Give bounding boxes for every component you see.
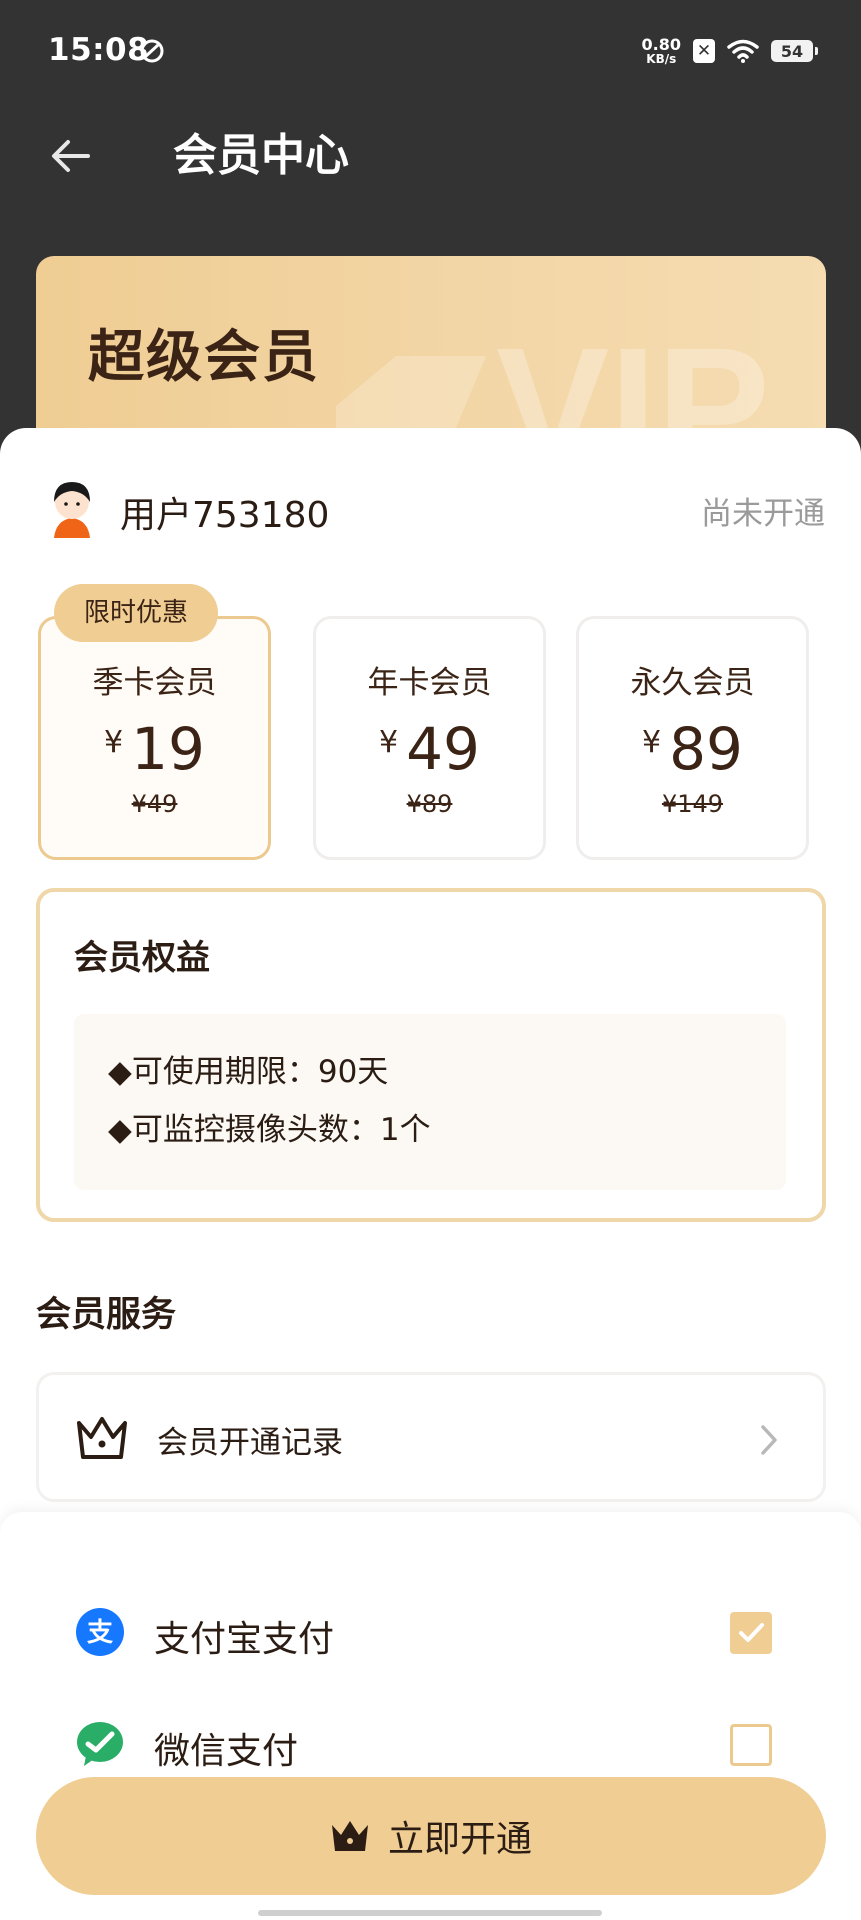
benefits-card: 会员权益 ◆可使用期限：90天 ◆可监控摄像头数：1个 [36, 888, 826, 1222]
alipay-icon: 支 [76, 1608, 124, 1656]
benefit-item: ◆可使用期限：90天 [108, 1054, 389, 1090]
plan-price: ¥19 [41, 720, 268, 778]
payment-label: 微信支付 [154, 1731, 299, 1772]
plan-price: ¥49 [316, 720, 543, 778]
wechat-icon [77, 1722, 123, 1766]
plan-original-price: ¥149 [661, 790, 724, 818]
network-speed-unit: KB/s [646, 52, 677, 66]
plan-name: 季卡会员 [92, 665, 217, 701]
user-name: 用户753180 [120, 495, 330, 536]
plan-card-quarterly[interactable]: 季卡会员 ¥19 ¥49 [38, 616, 271, 860]
network-speed-value: 0.80 [641, 35, 681, 54]
benefits-list: ◆可使用期限：90天 ◆可监控摄像头数：1个 [74, 1014, 786, 1190]
payment-option-alipay[interactable]: 支 支付宝支付 [0, 1592, 861, 1672]
plan-price-value: 49 [406, 715, 480, 783]
benefit-item: ◆可监控摄像头数：1个 [108, 1112, 431, 1148]
alipay-checkbox[interactable] [730, 1612, 772, 1654]
status-icons: 0.80 KB/s ✕ 54 [641, 34, 818, 68]
plan-price-value: 89 [669, 715, 743, 783]
services-title: 会员服务 [36, 1295, 177, 1335]
plan-original-price: ¥89 [406, 790, 453, 818]
payment-label: 支付宝支付 [154, 1619, 335, 1660]
crown-icon [331, 1821, 368, 1851]
status-time: 15:08 [48, 32, 150, 68]
activate-button-label: 立即开通 [387, 1819, 532, 1860]
alipay-icon-glyph: 支 [87, 1618, 113, 1648]
status-bar: 15:08 0.80 KB/s ✕ 54 [0, 0, 861, 100]
plan-card-lifetime[interactable]: 永久会员 ¥89 ¥149 [576, 616, 809, 860]
promo-badge: 限时优惠 [54, 584, 218, 642]
service-item-membership-records[interactable]: 会员开通记录 [36, 1372, 826, 1502]
battery-level: 54 [780, 41, 804, 61]
home-indicator[interactable] [258, 1910, 602, 1916]
arrow-left-icon [52, 140, 90, 172]
screen: 15:08 0.80 KB/s ✕ 54 会员中心 VIP 超级会员 用户753… [0, 0, 861, 1920]
currency-symbol: ¥ [379, 725, 399, 760]
plan-original-price: ¥49 [131, 790, 178, 818]
avatar [54, 482, 90, 538]
network-speed: 0.80 KB/s [641, 35, 681, 66]
payment-option-wechat[interactable]: 微信支付 [0, 1704, 861, 1784]
back-button[interactable] [40, 126, 100, 186]
wechat-checkbox[interactable] [730, 1724, 772, 1766]
plan-name: 永久会员 [630, 665, 755, 701]
vip-title: 超级会员 [88, 325, 320, 390]
do-not-disturb-icon [140, 39, 164, 63]
user-info: 用户753180 尚未开通 [44, 476, 825, 542]
activate-button[interactable]: 立即开通 [36, 1777, 826, 1895]
crown-icon [77, 1417, 127, 1459]
currency-symbol: ¥ [104, 725, 124, 760]
chevron-right-icon [761, 1425, 777, 1455]
membership-status: 尚未开通 [701, 496, 825, 532]
battery-icon: 54 [771, 40, 818, 62]
wifi-icon [727, 39, 759, 63]
page-title: 会员中心 [173, 130, 349, 181]
plan-card-yearly[interactable]: 年卡会员 ¥49 ¥89 [313, 616, 546, 860]
plan-name: 年卡会员 [367, 665, 492, 701]
benefits-title: 会员权益 [74, 938, 210, 978]
service-label: 会员开通记录 [157, 1425, 343, 1461]
plan-price-value: 19 [131, 715, 205, 783]
plan-price: ¥89 [579, 720, 806, 778]
notification-icon: ✕ [693, 39, 715, 63]
checkmark-icon [739, 1623, 764, 1642]
currency-symbol: ¥ [642, 725, 662, 760]
